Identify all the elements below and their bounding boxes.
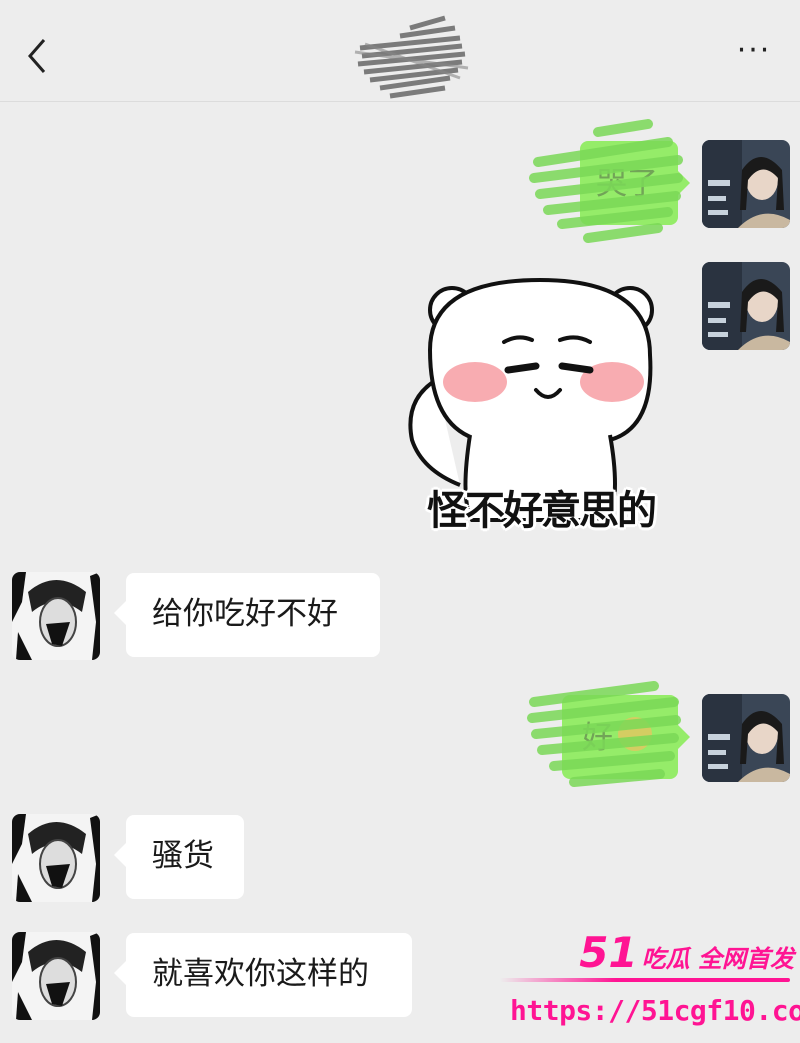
received-message-bubble[interactable]: 给你吃好不好 [114, 573, 380, 657]
message-text: 就喜欢你这样的 [152, 956, 369, 992]
avatar[interactable] [12, 572, 100, 660]
watermark-brand-text: 吃瓜 全网首发 [641, 945, 794, 973]
watermark-logo: 51 吃瓜 全网首发 [579, 928, 794, 977]
watermark-brand-number: 51 [579, 928, 638, 977]
contact-name-redacted [350, 8, 475, 108]
avatar[interactable] [702, 694, 790, 782]
watermark-divider [500, 978, 790, 982]
watermark: 51 吃瓜 全网首发 https://51cgf10.com [496, 928, 800, 1043]
watermark-url: https://51cgf10.com [510, 994, 800, 1027]
avatar[interactable] [702, 262, 790, 350]
avatar[interactable] [702, 140, 790, 228]
redaction-scribble [529, 119, 683, 243]
received-message-bubble[interactable]: 骚货 [114, 815, 244, 899]
more-dots-icon[interactable]: ··· [734, 36, 774, 66]
redaction-scribble [527, 681, 681, 787]
message-text: 骚货 [152, 838, 214, 874]
message-text: 给你吃好不好 [152, 596, 338, 632]
avatar[interactable] [12, 932, 100, 1020]
received-message-bubble[interactable]: 就喜欢你这样的 [114, 933, 412, 1017]
sticker-caption: 怪不好意思的 [427, 488, 657, 534]
chevron-left-icon[interactable] [22, 36, 54, 76]
chat-header: ··· [0, 0, 800, 102]
avatar[interactable] [12, 814, 100, 902]
